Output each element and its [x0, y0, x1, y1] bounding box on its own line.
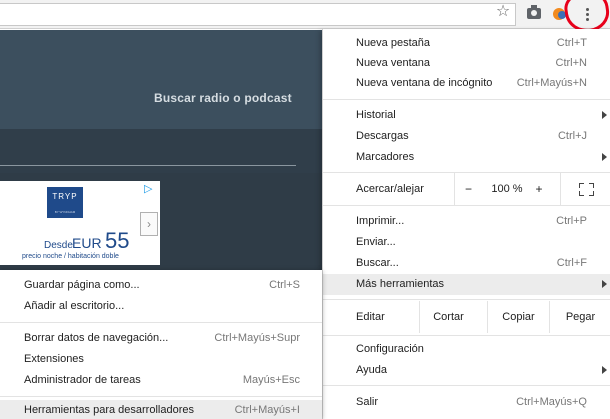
menu-item-shortcut: Ctrl+P — [556, 215, 587, 227]
edit-row: Editar Cortar Copiar Pegar — [323, 301, 610, 333]
site-header — [0, 30, 322, 129]
site-nav-bar — [0, 129, 322, 173]
menu-item-new-tab[interactable]: Nueva pestaña Ctrl+T — [323, 33, 610, 54]
submenu-item-label: Borrar datos de navegación... — [24, 332, 169, 344]
paste-button[interactable]: Pegar — [549, 301, 610, 333]
menu-item-label: Nueva ventana de incógnito — [356, 77, 493, 89]
submenu-item-shortcut: Mayús+Esc — [242, 374, 300, 386]
kebab-dot-icon — [586, 13, 589, 16]
menu-item-label: Nueva pestaña — [356, 37, 430, 49]
menu-item-label: Más herramientas — [356, 278, 445, 290]
submenu-separator — [0, 396, 322, 397]
submenu-item-label: Extensiones — [24, 353, 84, 365]
menu-item-label: Enviar... — [356, 236, 396, 248]
search-radio-link[interactable]: Buscar radio o podcast — [154, 91, 292, 105]
menu-item-incognito[interactable]: Nueva ventana de incógnito Ctrl+Mayús+N — [323, 73, 610, 94]
menu-item-shortcut: Ctrl+F — [556, 257, 587, 269]
menu-item-label: Imprimir... — [356, 215, 405, 227]
menu-item-shortcut: Ctrl+T — [556, 37, 587, 49]
menu-item-send[interactable]: Enviar... — [323, 232, 610, 253]
submenu-item-label: Guardar página como... — [24, 279, 140, 291]
submenu-item-shortcut: Ctrl+S — [269, 279, 300, 291]
menu-item-downloads[interactable]: Descargas Ctrl+J — [323, 126, 610, 147]
ad-next-arrow[interactable]: › — [140, 212, 158, 236]
menu-item-label: Marcadores — [356, 151, 415, 163]
zoom-label: Acercar/alejar — [356, 183, 424, 195]
ad-desde-label: Desde — [44, 240, 73, 251]
fullscreen-icon — [589, 191, 594, 196]
menu-separator — [323, 99, 610, 100]
submenu-arrow-icon — [602, 153, 607, 161]
cut-button[interactable]: Cortar — [419, 301, 477, 333]
menu-item-label: Configuración — [356, 343, 424, 355]
menu-separator — [323, 335, 610, 336]
ad-price: 55 — [105, 228, 130, 253]
kebab-dot-icon — [586, 18, 589, 21]
ad-currency: EUR — [72, 235, 102, 251]
submenu-item-shortcut: Ctrl+Mayús+Supr — [214, 332, 300, 344]
menu-item-help[interactable]: Ayuda — [323, 360, 610, 381]
chrome-menu-button[interactable] — [578, 3, 598, 25]
submenu-item-clear-data[interactable]: Borrar datos de navegación... Ctrl+Mayús… — [0, 328, 322, 349]
menu-item-label: Ayuda — [356, 364, 387, 376]
menu-item-label: Salir — [356, 396, 379, 408]
submenu-item-dev-tools[interactable]: Herramientas para desarrolladores Ctrl+M… — [0, 400, 322, 419]
submenu-item-add-to-desktop[interactable]: Añadir al escritorio... — [0, 296, 322, 317]
menu-item-bookmarks[interactable]: Marcadores — [323, 147, 610, 168]
zoom-row: Acercar/alejar − 100 % + — [323, 173, 610, 205]
submenu-item-label: Añadir al escritorio... — [24, 300, 125, 312]
menu-item-label: Historial — [356, 109, 396, 121]
menu-item-label: Buscar... — [356, 257, 399, 269]
menu-item-label: Nueva ventana — [356, 57, 430, 69]
submenu-item-label: Administrador de tareas — [24, 374, 141, 386]
ad-choices-icon[interactable]: ▷ — [144, 183, 156, 195]
menu-item-exit[interactable]: Salir Ctrl+Mayús+Q — [323, 392, 610, 413]
edit-label: Editar — [356, 311, 385, 323]
menu-item-label: Descargas — [356, 130, 409, 142]
menu-separator — [323, 299, 610, 300]
submenu-arrow-icon — [602, 280, 607, 288]
menu-item-history[interactable]: Historial — [323, 105, 610, 126]
submenu-separator — [0, 322, 322, 323]
menu-item-settings[interactable]: Configuración — [323, 339, 610, 360]
bookmark-star-icon[interactable]: ☆ — [495, 4, 511, 20]
browser-toolbar: ☆ — [0, 0, 610, 29]
menu-separator — [323, 385, 610, 386]
ad-fine-print: precio noche / habitación doble — [22, 253, 119, 260]
submenu-item-extensions[interactable]: Extensiones — [0, 349, 322, 370]
menu-item-print[interactable]: Imprimir... Ctrl+P — [323, 211, 610, 232]
zoom-in-button[interactable]: + — [528, 173, 550, 205]
fullscreen-icon — [589, 183, 594, 188]
tryp-logo-sub: BY WYNDHAM — [54, 210, 76, 214]
zoom-level: 100 % — [491, 183, 523, 195]
fullscreen-icon — [579, 191, 584, 196]
submenu-arrow-icon — [602, 111, 607, 119]
submenu-arrow-icon — [602, 366, 607, 374]
menu-item-new-window[interactable]: Nueva ventana Ctrl+N — [323, 53, 610, 74]
kebab-dot-icon — [586, 8, 589, 11]
fullscreen-button[interactable] — [560, 173, 610, 205]
camera-extension-icon[interactable] — [527, 5, 541, 19]
chrome-main-menu: Nueva pestaña Ctrl+T Nueva ventana Ctrl+… — [322, 29, 610, 419]
zoom-out-button[interactable]: − — [454, 173, 482, 205]
menu-item-shortcut: Ctrl+J — [557, 130, 587, 142]
more-tools-submenu: Guardar página como... Ctrl+S Añadir al … — [0, 270, 322, 419]
menu-separator — [323, 205, 610, 206]
menu-item-more-tools[interactable]: Más herramientas — [323, 274, 610, 295]
menu-item-find[interactable]: Buscar... Ctrl+F — [323, 253, 610, 274]
submenu-item-label: Herramientas para desarrolladores — [24, 404, 194, 416]
menu-item-shortcut: Ctrl+Mayús+Q — [516, 396, 587, 408]
nav-divider — [0, 165, 296, 166]
submenu-item-shortcut: Ctrl+Mayús+I — [234, 404, 300, 416]
address-bar[interactable] — [0, 3, 516, 26]
extension-icon[interactable] — [553, 8, 566, 20]
submenu-item-save-page[interactable]: Guardar página como... Ctrl+S — [0, 275, 322, 296]
menu-item-shortcut: Ctrl+N — [555, 57, 587, 69]
fullscreen-icon — [579, 183, 584, 188]
menu-item-shortcut: Ctrl+Mayús+N — [516, 77, 587, 89]
submenu-item-task-manager[interactable]: Administrador de tareas Mayús+Esc — [0, 370, 322, 391]
copy-button[interactable]: Copiar — [487, 301, 549, 333]
